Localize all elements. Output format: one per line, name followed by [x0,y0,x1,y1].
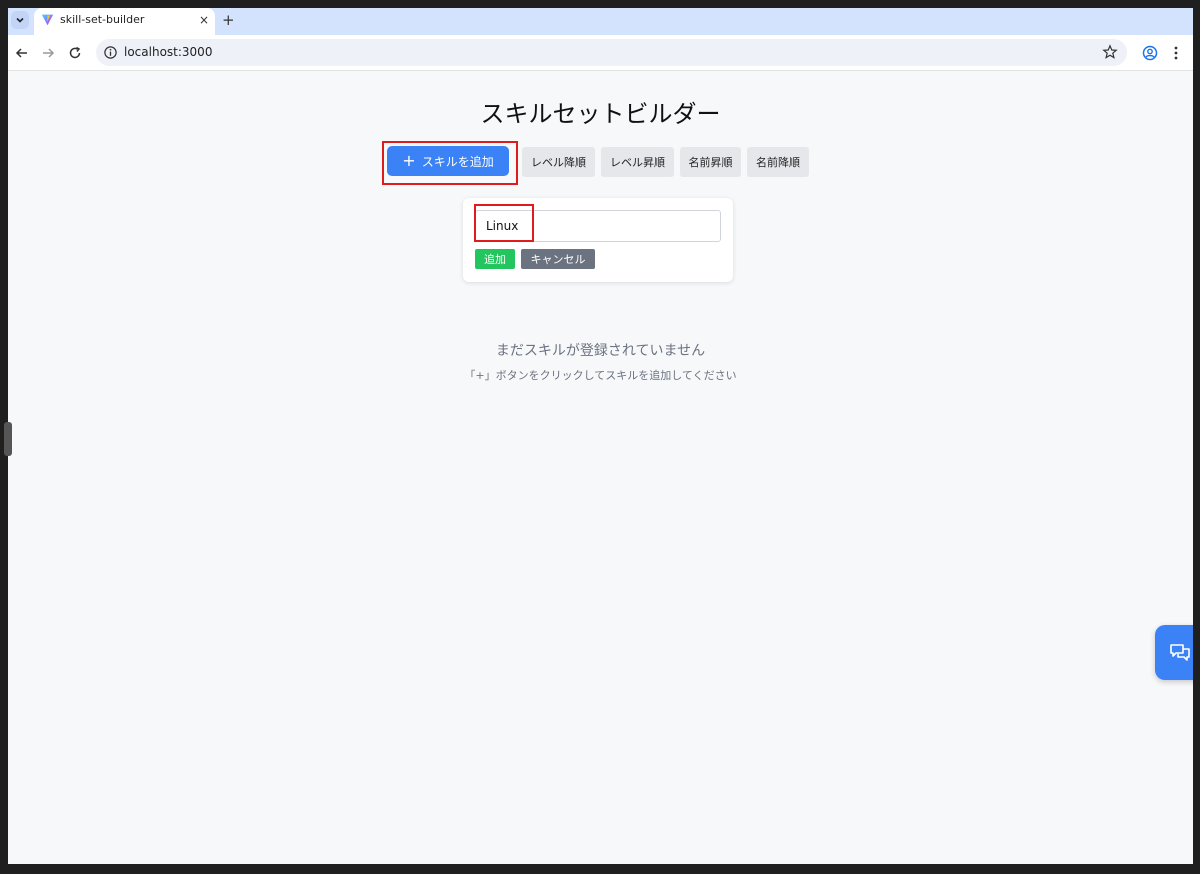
kebab-menu-icon [1174,46,1178,60]
empty-state-title: まだスキルが登録されていません [495,343,706,359]
reload-icon [69,46,81,59]
arrow-right-icon [43,48,55,58]
add-skill-label: スキルを追加 [421,154,494,169]
chat-button[interactable] [1155,625,1193,680]
confirm-add-button[interactable]: 追加 [475,249,515,269]
sort-name-desc-button[interactable]: 名前降順 [747,147,809,177]
page-content: スキルセットビルダー + スキルを追加 レベル降順 レベル昇順 名前昇順 名前降… [8,72,1193,864]
chat-icon [1170,643,1190,661]
plus-icon: + [402,151,416,170]
profile-icon [1142,45,1158,61]
chevron-down-icon [16,17,24,23]
address-bar[interactable]: localhost:3000 [96,39,1127,66]
bookmark-star-icon[interactable] [1102,44,1118,60]
skill-name-input[interactable] [475,210,721,242]
tab-close-icon[interactable]: × [199,12,209,28]
tab-search-button[interactable] [11,11,29,29]
browser-tab[interactable]: skill-set-builder × [34,8,215,35]
cancel-button[interactable]: キャンセル [521,249,595,269]
tab-title: skill-set-builder [60,13,145,26]
new-tab-button[interactable]: + [222,11,235,29]
tab-strip: skill-set-builder × + [8,8,1193,35]
sort-level-asc-button[interactable]: レベル昇順 [601,147,674,177]
browser-window: skill-set-builder × + localhost:3000 スキル… [8,8,1193,864]
empty-state-hint: 「+」ボタンをクリックしてスキルを追加してください [464,369,737,382]
site-info-icon[interactable] [103,45,118,60]
forward-button[interactable] [38,43,58,63]
sort-level-desc-button[interactable]: レベル降順 [522,147,595,177]
add-skill-form: 追加 キャンセル [463,198,733,282]
profile-button[interactable] [1140,43,1160,63]
browser-toolbar: localhost:3000 [8,35,1193,71]
drag-handle[interactable] [4,422,12,456]
browser-menu-button[interactable] [1168,43,1184,63]
vite-logo-icon [41,14,54,26]
arrow-left-icon [15,48,27,58]
page-title: スキルセットビルダー [480,100,721,128]
back-button[interactable] [12,43,32,63]
reload-button[interactable] [65,43,85,63]
url-text: localhost:3000 [124,45,213,59]
sort-name-asc-button[interactable]: 名前昇順 [680,147,741,177]
add-skill-button[interactable]: + スキルを追加 [387,146,509,176]
